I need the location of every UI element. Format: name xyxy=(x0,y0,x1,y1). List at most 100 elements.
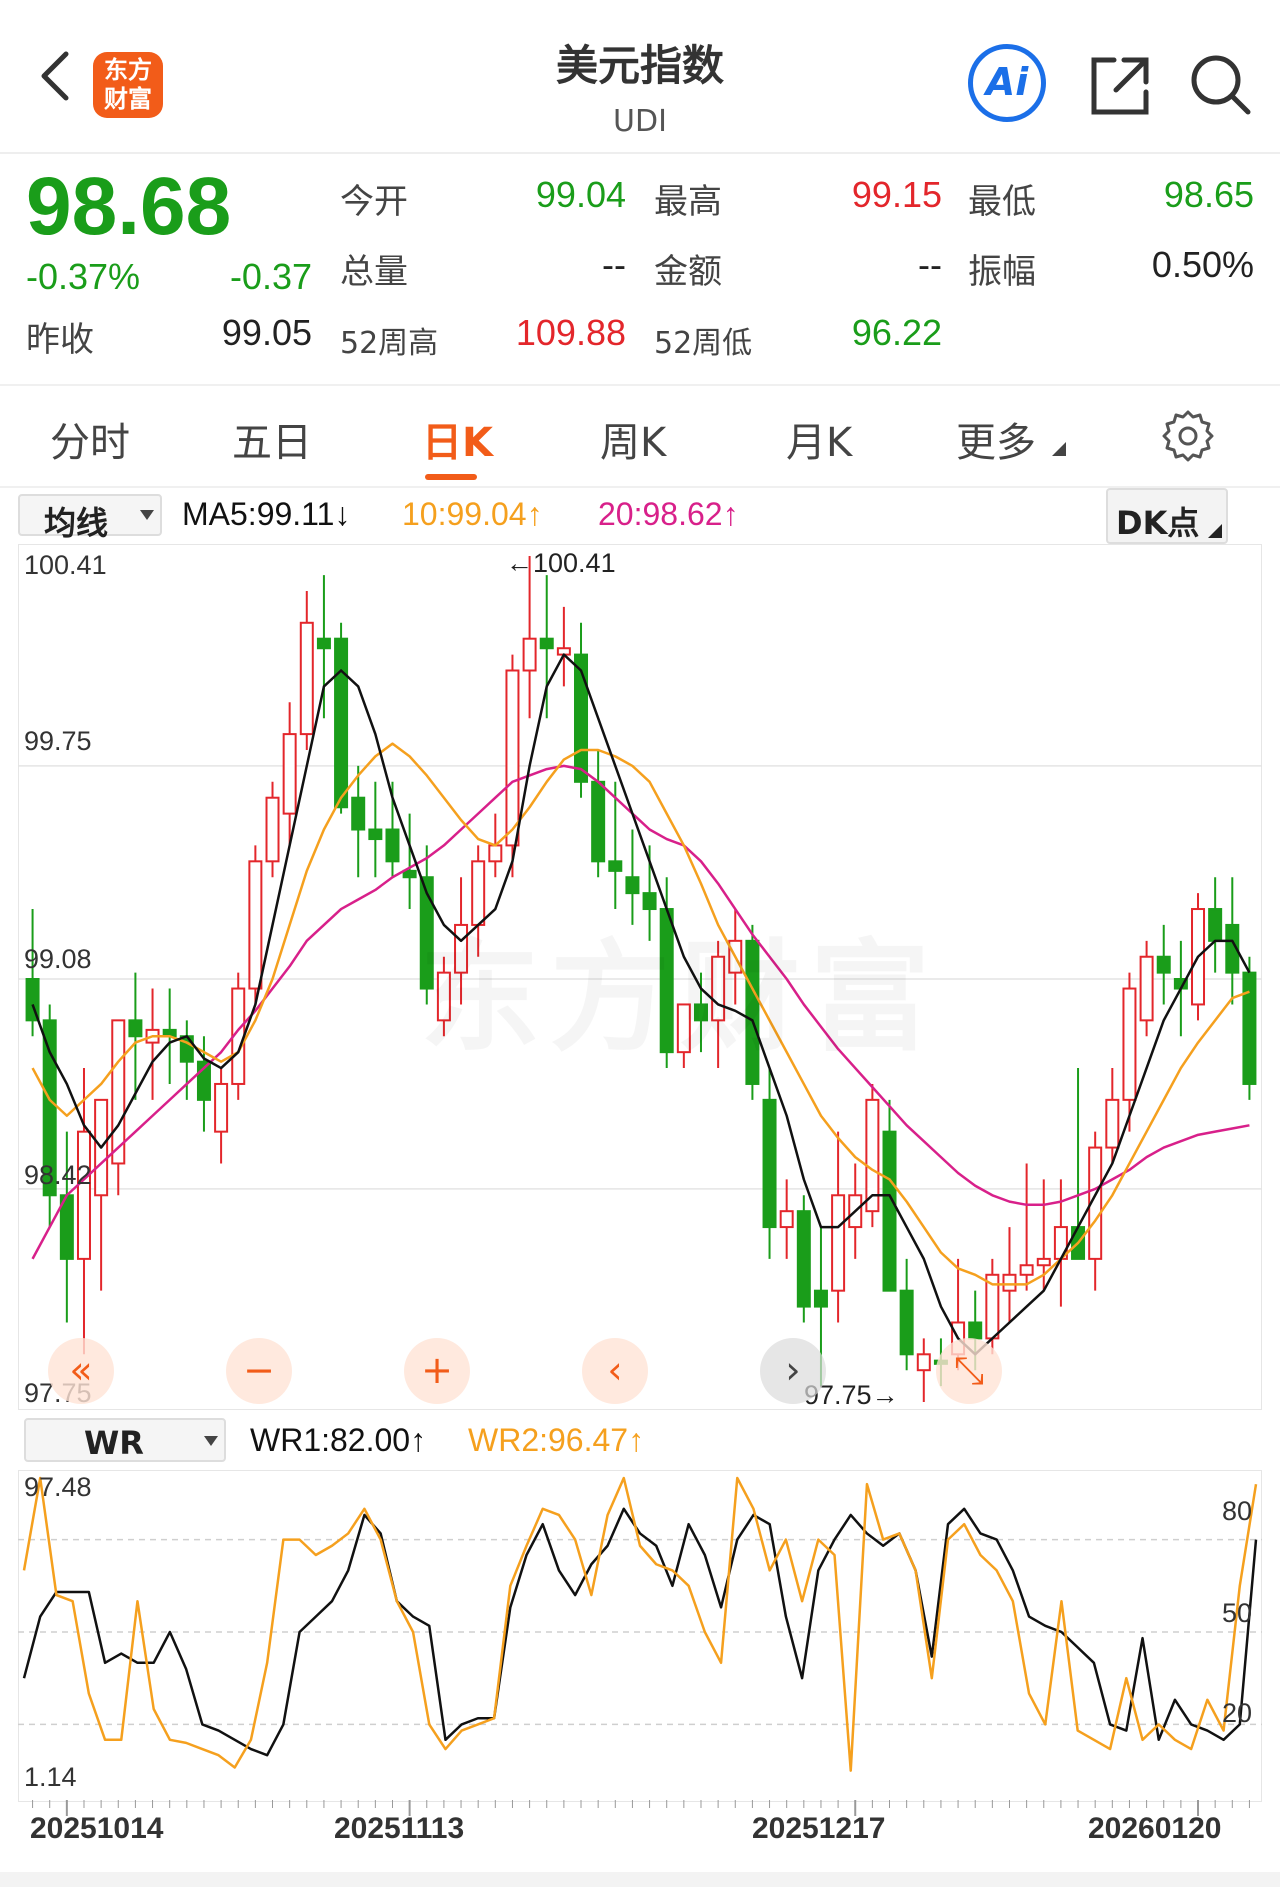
amplitude-label: 振幅 xyxy=(968,252,1036,292)
ma-indicator-select[interactable]: 均线 xyxy=(18,494,162,542)
candle-body xyxy=(1122,987,1137,1101)
candle-body xyxy=(402,869,417,879)
candle-body xyxy=(1019,1264,1034,1276)
active-tab-indicator xyxy=(425,474,477,480)
last-price: 98.68 xyxy=(26,161,232,252)
candle-body xyxy=(1139,955,1154,1022)
prev-close-label: 昨收 xyxy=(26,320,94,360)
candle-body xyxy=(779,1210,794,1229)
quote-panel: 98.68 -0.37% -0.37 昨收 99.05 今开 99.04 总量 … xyxy=(0,152,1280,386)
candle-body xyxy=(214,1082,229,1133)
search-icon[interactable] xyxy=(1188,52,1254,118)
tab-daily-k[interactable]: 日K xyxy=(422,410,493,468)
candle-body xyxy=(128,1019,143,1038)
scroll-to-start-button[interactable]: « xyxy=(48,1338,114,1404)
prev-close-value: 99.05 xyxy=(221,312,312,353)
change-percent: -0.37% xyxy=(26,256,141,297)
max-marker: ←100.41 xyxy=(506,548,616,578)
wr-level-80: 80 xyxy=(1222,1496,1253,1526)
more-corner-icon xyxy=(1052,442,1066,456)
ai-assistant-button[interactable]: Ai xyxy=(968,44,1046,122)
candle-body xyxy=(248,860,263,990)
wr-dropdown-arrow-icon xyxy=(204,1436,218,1446)
ma10-legend: 10:99.04↑ xyxy=(402,496,543,532)
candle-body xyxy=(831,1194,846,1292)
candle-body xyxy=(1036,1257,1051,1267)
wr-indicator-select[interactable]: WR xyxy=(24,1418,226,1462)
candle-body xyxy=(916,1353,931,1372)
candle-body xyxy=(1156,955,1171,974)
w52-low-value: 96.22 xyxy=(851,312,942,353)
candle-body xyxy=(968,1321,983,1340)
candle-body xyxy=(1105,1098,1120,1149)
high-value: 99.15 xyxy=(851,174,942,215)
y-label-3: 99.08 xyxy=(24,944,92,974)
y-label-2: 99.75 xyxy=(24,726,92,756)
watermark: 东方财富 xyxy=(420,900,940,1074)
zoom-in-button[interactable]: + xyxy=(404,1338,470,1404)
change-value: -0.37 xyxy=(229,256,312,297)
candle-body xyxy=(76,1130,91,1260)
candle-body xyxy=(505,669,520,847)
open-label: 今开 xyxy=(340,182,408,222)
candle-body xyxy=(282,733,297,815)
candle-body xyxy=(522,637,537,672)
fullscreen-button[interactable]: ⤡ xyxy=(936,1338,1002,1404)
amount-value: -- xyxy=(918,244,942,285)
wr-chart[interactable] xyxy=(18,1470,1262,1802)
candle-body xyxy=(299,621,314,736)
wr-y-min: 1.14 xyxy=(24,1762,77,1792)
candle-body xyxy=(351,796,366,831)
period-tabs: 分时 五日 日K 周K 月K 更多 xyxy=(0,386,1280,488)
wr1-legend: WR1:82.00↑ xyxy=(250,1422,427,1458)
candle-body xyxy=(625,876,640,895)
dropdown-arrow-icon xyxy=(140,510,154,520)
candle-body xyxy=(539,637,554,650)
amount-label: 金额 xyxy=(654,252,722,292)
wr-level-20: 20 xyxy=(1222,1698,1253,1728)
tab-five-day[interactable]: 五日 xyxy=(232,410,312,468)
tab-intraday[interactable]: 分时 xyxy=(50,410,130,468)
date-label-1: 20251014 xyxy=(30,1812,164,1845)
tab-monthly-k[interactable]: 月K xyxy=(786,410,852,468)
candle-body xyxy=(813,1289,828,1308)
tab-weekly-k[interactable]: 周K xyxy=(600,410,666,468)
date-label-2: 20251113 xyxy=(334,1812,465,1845)
scroll-left-button[interactable]: ‹ xyxy=(582,1338,648,1404)
dk-corner-icon xyxy=(1208,524,1222,538)
ma5-legend: MA5:99.11↓ xyxy=(182,496,351,532)
candle-body xyxy=(385,828,400,863)
candle-body xyxy=(762,1098,777,1229)
date-label-4: 20260120 xyxy=(1088,1812,1222,1845)
candle-body xyxy=(316,637,331,650)
candle-body xyxy=(1002,1273,1017,1292)
w52-low-label: 52周低 xyxy=(654,326,753,361)
candle-body xyxy=(608,860,623,872)
candle-body xyxy=(334,637,349,809)
date-label-3: 20251217 xyxy=(752,1812,886,1845)
candle-body xyxy=(1242,971,1257,1085)
dk-point-button[interactable]: DK点 xyxy=(1106,488,1228,544)
low-label: 最低 xyxy=(968,182,1036,222)
wr2-legend: WR2:96.47↑ xyxy=(468,1422,645,1458)
y-label-top: 100.41 xyxy=(24,550,107,580)
tab-more[interactable]: 更多 xyxy=(956,410,1036,468)
scroll-right-button[interactable]: › xyxy=(760,1338,826,1404)
w52-high-label: 52周高 xyxy=(340,326,439,361)
wr-y-max: 97.48 xyxy=(24,1472,92,1502)
settings-gear-icon[interactable] xyxy=(1162,410,1214,462)
date-axis-ticks xyxy=(32,1800,1250,1816)
y-label-4: 98.42 xyxy=(24,1160,92,1190)
wr-indicator-value: WR xyxy=(84,1424,144,1462)
high-label: 最高 xyxy=(654,182,722,222)
low-value: 98.65 xyxy=(1163,174,1254,215)
volume-label: 总量 xyxy=(340,252,408,292)
candle-body xyxy=(899,1289,914,1356)
share-icon[interactable] xyxy=(1088,54,1152,118)
top-bar: 东方 财富 美元指数 UDI Ai xyxy=(0,0,1280,154)
amplitude-value: 0.50% xyxy=(1151,244,1254,285)
zoom-out-button[interactable]: − xyxy=(226,1338,292,1404)
candle-body xyxy=(1208,908,1223,942)
candle-body xyxy=(796,1210,811,1308)
candle-body xyxy=(265,796,280,863)
